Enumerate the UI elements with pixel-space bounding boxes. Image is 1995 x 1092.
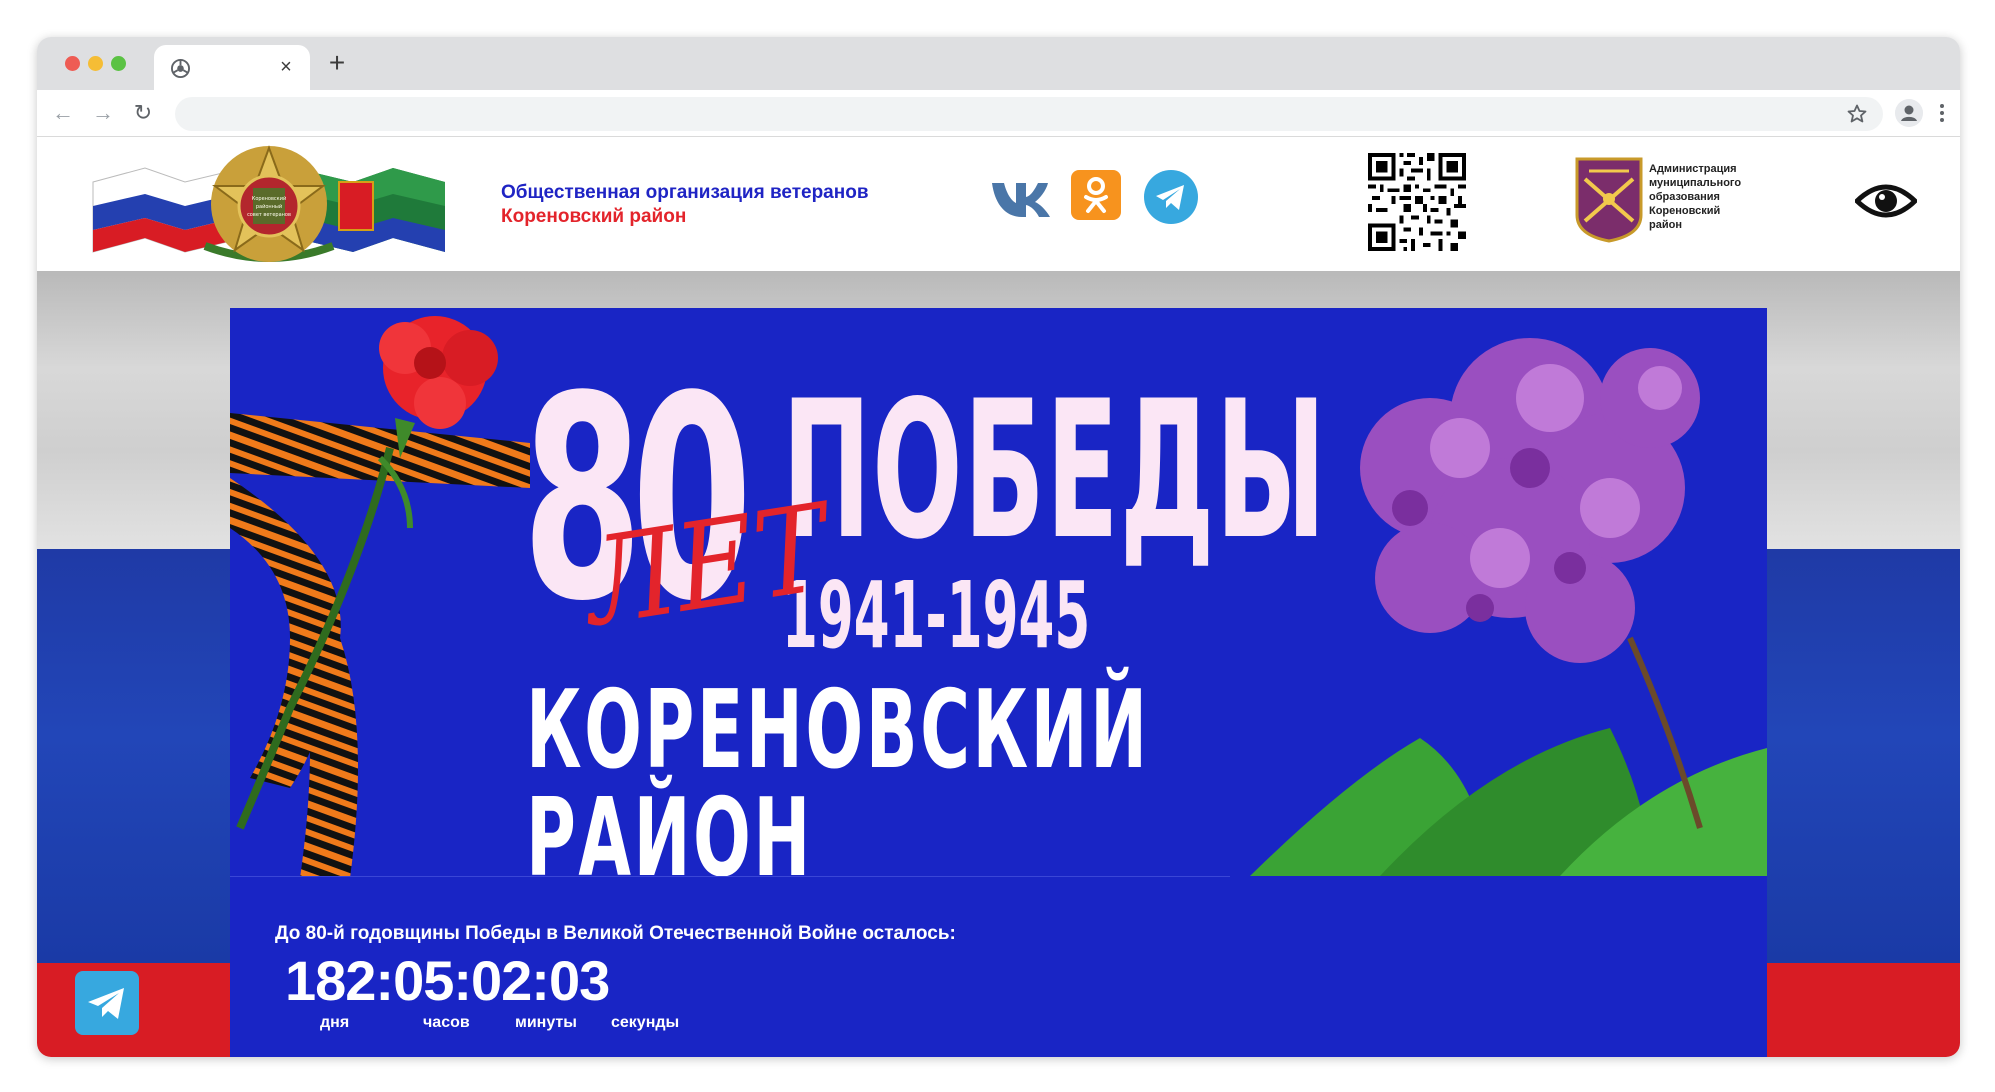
org-name[interactable]: Общественная организация ветеранов Корен… (501, 181, 869, 229)
admin-line: муниципального (1649, 177, 1742, 189)
telegram-float-button[interactable] (75, 971, 139, 1035)
svg-text:Кореновский: Кореновский (252, 195, 286, 202)
admin-line: образования (1649, 191, 1720, 203)
municipality-name[interactable]: Администрация муниципального образования… (1649, 162, 1769, 232)
hero-section: 80 ПОБЕДЫ 1941-1945 ЛЕТ КОРЕНОВСКИЙ РАЙО… (37, 271, 1960, 1057)
eye-icon[interactable] (1855, 177, 1917, 225)
forward-button[interactable]: → (89, 99, 117, 127)
vk-icon[interactable] (990, 165, 1052, 227)
telegram-icon[interactable] (1144, 170, 1198, 224)
banner-headline: ПОБЕДЫ (782, 360, 1328, 581)
maximize-window-button[interactable] (111, 56, 126, 71)
countdown-unit-hours: часов (423, 1014, 470, 1031)
profile-icon[interactable] (1895, 99, 1923, 127)
countdown-unit-days: дня (320, 1014, 350, 1031)
chrome-icon (171, 59, 190, 78)
tab-active[interactable]: × (154, 45, 310, 90)
minimize-window-button[interactable] (88, 56, 103, 71)
banner-region: КОРЕНОВСКИЙ РАЙОН (526, 668, 1150, 901)
countdown-label: До 80-й годовщины Победы в Великой Отече… (275, 923, 956, 944)
telegram-icon (88, 988, 124, 1019)
svg-text:совет ветеранов: совет ветеранов (247, 212, 291, 218)
browser-toolbar: ← → ↻ (37, 90, 1960, 137)
admin-line: Администрация (1649, 163, 1737, 175)
veterans-logo[interactable]: Кореновский районный совет ветеранов (85, 142, 453, 267)
site-header: Кореновский районный совет ветеранов Общ… (37, 137, 1960, 271)
tab-close-button[interactable]: × (274, 55, 298, 79)
browser-window: × + ← → ↻ Кореновский районный совет вет… (37, 37, 1960, 1057)
ok-icon[interactable] (1071, 170, 1121, 220)
svg-text:районный: районный (256, 203, 282, 210)
ok-glyph-icon (1084, 177, 1108, 213)
back-button[interactable]: ← (49, 99, 77, 127)
telegram-plane-icon (1156, 185, 1184, 210)
municipality-crest[interactable] (1575, 157, 1643, 243)
address-input[interactable] (195, 97, 1835, 131)
qr-code[interactable] (1368, 153, 1466, 251)
org-name-line2: Кореновский район (501, 206, 687, 227)
victory-banner: 80 ПОБЕДЫ 1941-1945 ЛЕТ КОРЕНОВСКИЙ РАЙО… (230, 308, 1767, 1057)
countdown-unit-minutes: минуты (515, 1014, 577, 1031)
bookmark-star-icon[interactable] (1845, 102, 1869, 126)
more-menu-icon[interactable] (1932, 99, 1952, 127)
org-name-line1: Общественная организация ветеранов (501, 182, 869, 203)
new-tab-button[interactable]: + (322, 49, 352, 79)
tab-strip: × + (37, 37, 1960, 90)
close-window-button[interactable] (65, 56, 80, 71)
countdown-unit-seconds: секунды (611, 1014, 680, 1031)
reload-button[interactable]: ↻ (129, 99, 157, 127)
admin-line: район (1649, 219, 1682, 231)
countdown-value: 182:05:02:03 (285, 949, 610, 1012)
banner-script-word: ЛЕТ (578, 478, 835, 654)
countdown-panel: До 80-й годовщины Победы в Великой Отече… (230, 876, 1230, 1057)
admin-line: Кореновский (1649, 205, 1721, 217)
address-bar[interactable] (175, 97, 1883, 131)
